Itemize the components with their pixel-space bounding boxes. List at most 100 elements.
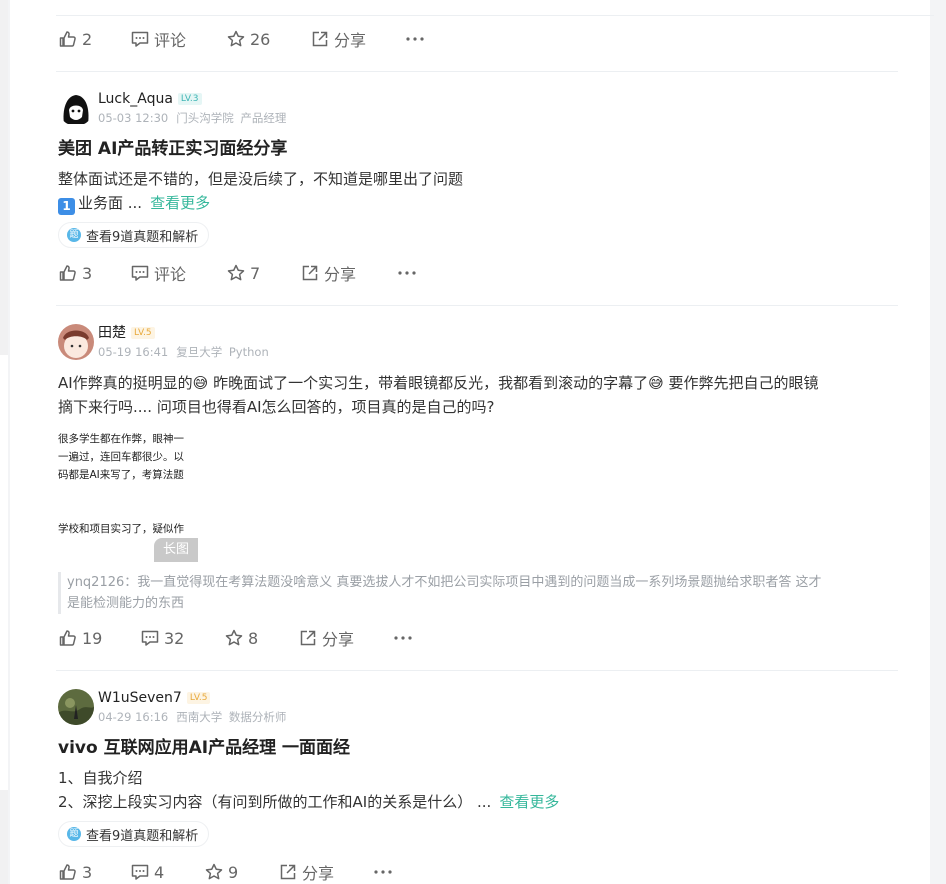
- post-item: Luck_Aqua LV.3 05-03 12:30 门头沟学院 产品经理 美团 A…: [58, 90, 898, 290]
- author-role: 数据分析师: [228, 710, 287, 724]
- post-meta: 05-19 16:41 复旦大学 Python: [98, 345, 269, 359]
- post-date: 04-29 16:16: [98, 710, 169, 724]
- avatar[interactable]: [58, 324, 94, 360]
- author-role: Python: [228, 345, 269, 359]
- share-label: 分享: [302, 864, 335, 883]
- post-date: 05-19 16:41: [98, 345, 169, 359]
- divider: [56, 71, 898, 72]
- share-button[interactable]: 分享: [300, 261, 356, 285]
- star-icon: [227, 30, 245, 47]
- thumbs-up-icon: [59, 864, 76, 880]
- like-count: 19: [82, 628, 103, 648]
- author-row: 田楚 LV.5 05-19 16:41 复旦大学 Python: [58, 324, 558, 364]
- post-item: 田楚 LV.5 05-19 16:41 复旦大学 Python AI作弊真的挺明显的…: [58, 324, 898, 654]
- star-count: 7: [250, 263, 261, 283]
- more-icon: [374, 870, 392, 874]
- comment-button[interactable]: 评论: [130, 261, 186, 285]
- post-title[interactable]: 美团 AI产品转正实习面经分享: [58, 138, 287, 160]
- comment-count: 32: [164, 628, 185, 648]
- star-count: 9: [228, 862, 239, 882]
- like-button[interactable]: 3: [58, 860, 92, 884]
- share-icon: [280, 864, 296, 880]
- like-count: 3: [82, 263, 93, 283]
- comment-button[interactable]: 评论: [130, 27, 186, 51]
- level-badge: LV.5: [186, 692, 211, 704]
- comment-count: 4: [154, 862, 165, 882]
- top-comment[interactable]: ynq2126：我一直觉得现在考算法题没啥意义 真要选拔人才不如把公司实际项目中…: [58, 572, 888, 614]
- like-count: 2: [82, 29, 93, 49]
- star-icon: [225, 629, 243, 646]
- share-label: 分享: [334, 31, 367, 50]
- avatar[interactable]: [58, 689, 94, 725]
- share-icon: [302, 265, 318, 281]
- like-button[interactable]: 19: [58, 626, 102, 650]
- comment-icon: [131, 864, 149, 880]
- share-button[interactable]: 分享: [298, 626, 354, 650]
- author-row: Luck_Aqua LV.3 05-03 12:30 门头沟学院 产品经理: [58, 90, 558, 130]
- star-count: 26: [250, 29, 271, 49]
- comment-label: 评论: [154, 31, 187, 50]
- see-more-link[interactable]: 查看更多: [150, 194, 210, 212]
- question-badge-icon: 题: [67, 228, 81, 242]
- feed-card: 2 评论 26 分享 Luck_Aqua LV.3 05-03 12:30 门头…: [10, 0, 934, 884]
- post-body[interactable]: 整体面试还是不错的，但是没后续了，不知道是哪里出了问题 1 业务面 ... 查看更多: [58, 167, 888, 215]
- author-school: 复旦大学: [176, 345, 223, 359]
- username[interactable]: W1uSeven7 LV.5: [98, 689, 211, 707]
- star-icon: [205, 863, 223, 880]
- share-button[interactable]: 分享: [310, 27, 366, 51]
- share-button[interactable]: 分享: [278, 860, 334, 884]
- comment-button[interactable]: 4: [130, 860, 164, 884]
- comment-label: 评论: [154, 265, 187, 284]
- like-button[interactable]: 3: [58, 261, 92, 285]
- divider: [56, 15, 934, 16]
- more-button[interactable]: [404, 27, 426, 51]
- thumbs-up-icon: [59, 265, 76, 281]
- post-body[interactable]: AI作弊真的挺明显的😅 昨晚面试了一个实习生，带着眼镜都反光，我都看到滚动的字幕…: [58, 371, 888, 419]
- divider: [56, 670, 898, 671]
- post-meta: 05-03 12:30 门头沟学院 产品经理: [98, 111, 286, 125]
- star-button[interactable]: 8: [224, 626, 258, 650]
- level-badge: LV.5: [131, 327, 155, 339]
- star-button[interactable]: 26: [226, 27, 270, 51]
- more-button[interactable]: [396, 261, 418, 285]
- post-actions: 19 32 8 分享: [58, 626, 518, 650]
- comment-button[interactable]: 32: [140, 626, 184, 650]
- star-count: 8: [248, 628, 259, 648]
- author-row: W1uSeven7 LV.5 04-29 16:16 西南大学 数据分析师: [58, 689, 558, 729]
- post-actions-previous: 2 评论 26 分享: [58, 27, 518, 51]
- avatar[interactable]: [58, 90, 94, 126]
- share-icon: [300, 630, 316, 646]
- share-label: 分享: [322, 630, 355, 649]
- comment-icon: [131, 31, 149, 47]
- post-meta: 04-29 16:16 西南大学 数据分析师: [98, 710, 286, 724]
- share-label: 分享: [324, 265, 357, 284]
- questions-chip[interactable]: 题 查看9道真题和解析: [58, 222, 210, 248]
- thumbs-up-icon: [59, 31, 76, 47]
- more-icon: [394, 636, 412, 640]
- more-button[interactable]: [392, 626, 414, 650]
- post-body[interactable]: 1、自我介绍 2、深挖上段实习内容（有问到所做的工作和AI的关系是什么） ...…: [58, 766, 888, 814]
- comment-icon: [141, 630, 159, 646]
- comment-icon: [131, 265, 149, 281]
- like-button[interactable]: 2: [58, 27, 92, 51]
- left-panel-edge: [0, 0, 8, 884]
- like-count: 3: [82, 862, 93, 882]
- author-role: 产品经理: [240, 111, 287, 125]
- question-badge-icon: 题: [67, 827, 81, 841]
- post-actions: 3 4 9 分享: [58, 860, 518, 884]
- author-school: 门头沟学院: [176, 111, 234, 125]
- see-more-link[interactable]: 查看更多: [499, 793, 559, 811]
- post-date: 05-03 12:30: [98, 111, 169, 125]
- post-title[interactable]: vivo 互联网应用AI产品经理 一面面经: [58, 737, 350, 759]
- questions-chip[interactable]: 题 查看9道真题和解析: [58, 821, 210, 847]
- divider: [56, 305, 898, 306]
- username[interactable]: 田楚 LV.5: [98, 324, 155, 342]
- author-school: 西南大学: [176, 710, 223, 724]
- star-button[interactable]: 7: [226, 261, 260, 285]
- username[interactable]: Luck_Aqua LV.3: [98, 90, 202, 108]
- star-button[interactable]: 9: [204, 860, 238, 884]
- long-image-tag: 长图: [154, 538, 198, 562]
- thumbs-up-icon: [59, 630, 76, 646]
- more-button[interactable]: [372, 860, 394, 884]
- keycap-one-icon: 1: [58, 198, 75, 215]
